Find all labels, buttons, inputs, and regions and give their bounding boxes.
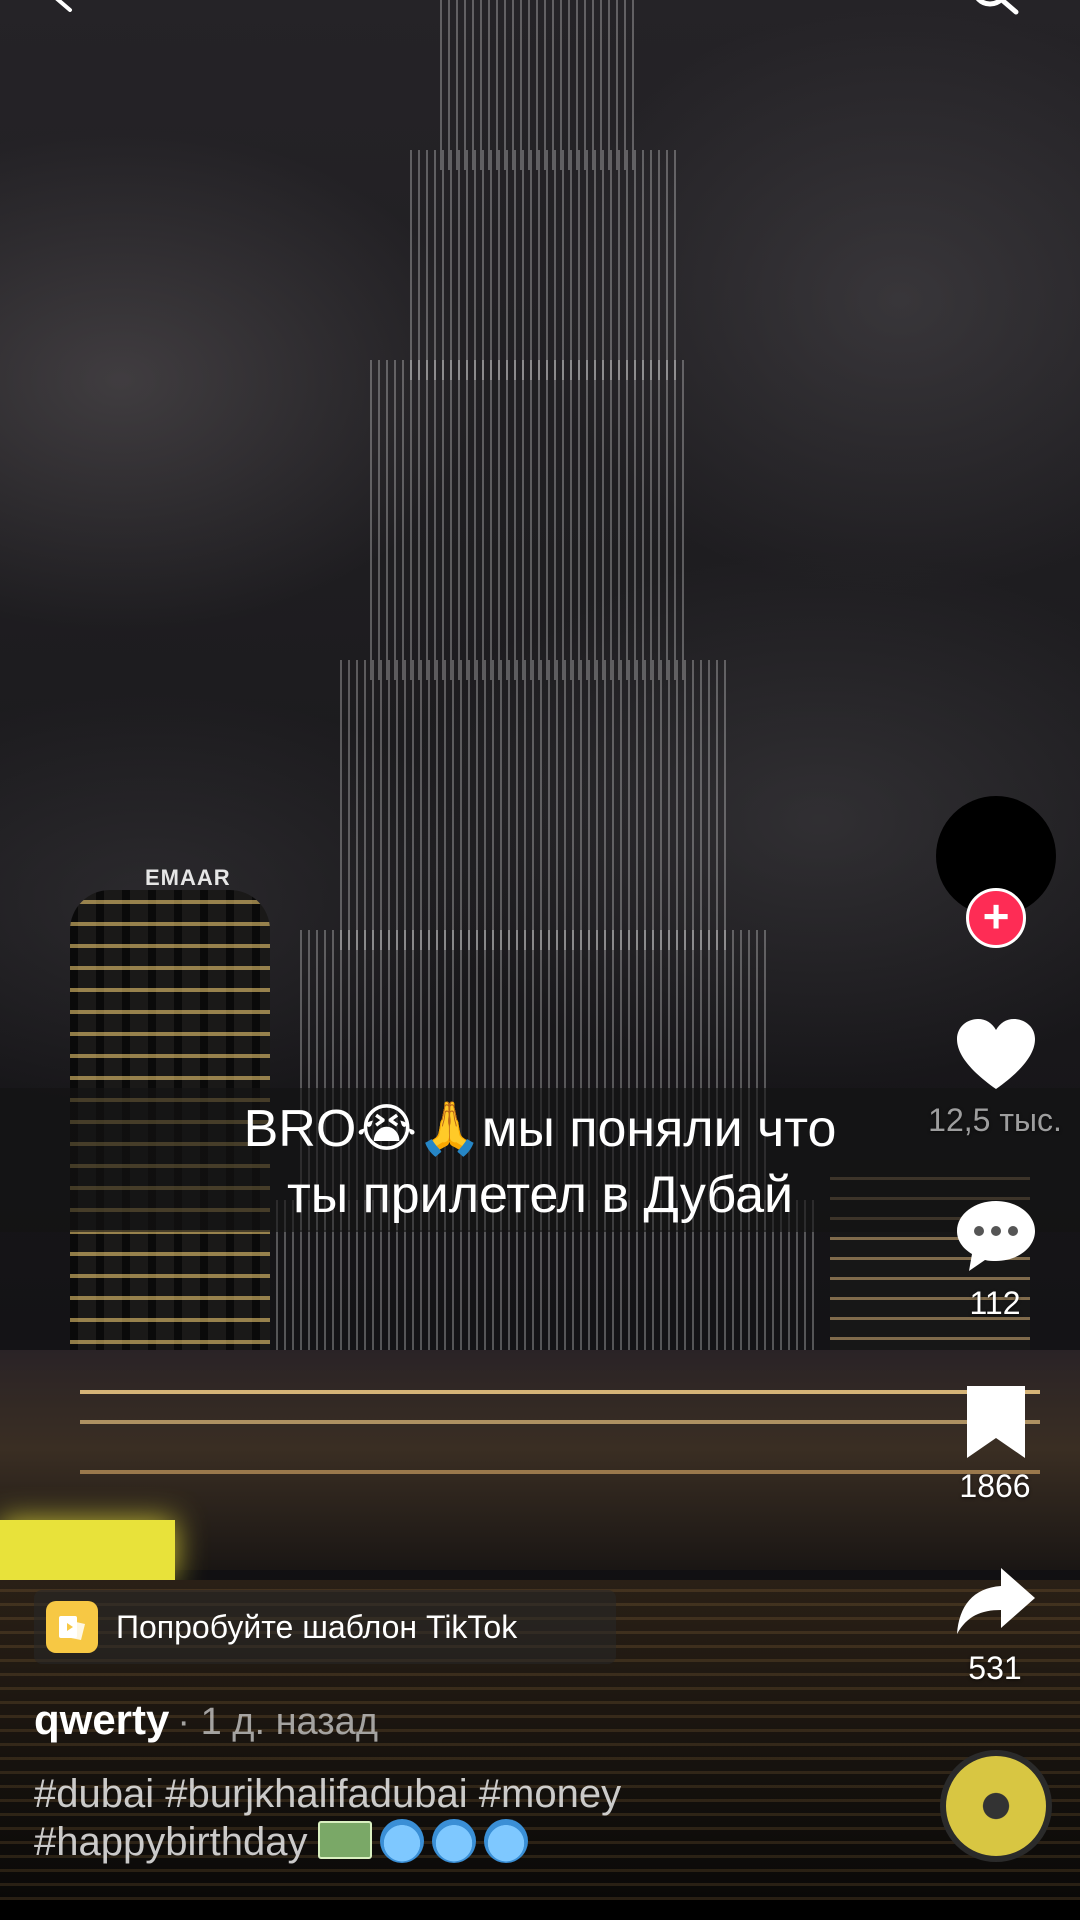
- post-time: · 1 д. назад: [177, 1701, 378, 1743]
- lit-sign: [0, 1520, 175, 1580]
- author-line: qwerty · 1 д. назад: [34, 1696, 378, 1744]
- tower-upper: [370, 360, 690, 680]
- description-line-2: #happybirthday: [34, 1818, 794, 1866]
- description-line-1[interactable]: #dubai #burjkhalifadubai #money: [34, 1770, 794, 1818]
- template-button[interactable]: Попробуйте шаблон TikTok: [34, 1590, 616, 1664]
- save-count: 1866: [959, 1468, 1031, 1504]
- money-emoji-icon: [317, 1821, 372, 1859]
- emaar-sign: EMAAR: [145, 865, 231, 890]
- template-label: Попробуйте шаблон TikTok: [116, 1608, 518, 1645]
- back-arrow-icon[interactable]: [48, 0, 76, 12]
- plus-icon: +: [982, 890, 1010, 942]
- comment-icon[interactable]: [955, 1195, 1037, 1277]
- video-caption: BRO😭🙏мы поняли что ты прилетел в Дубай: [180, 1096, 900, 1228]
- comment-count: 112: [969, 1285, 1021, 1321]
- caption-line-1: BRO😭🙏мы поняли что: [243, 1100, 837, 1158]
- post-description: #dubai #burjkhalifadubai #money #happybi…: [34, 1770, 794, 1866]
- mall-lights: [80, 1390, 1040, 1394]
- heart-icon[interactable]: [955, 1015, 1037, 1097]
- tower-middle: [340, 660, 730, 950]
- like-count: 12,5 тыс.: [928, 1102, 1062, 1138]
- hashtag-happybirthday[interactable]: #happybirthday: [34, 1820, 308, 1864]
- follow-button[interactable]: +: [966, 888, 1026, 948]
- cold-face-emoji-icon: [483, 1819, 528, 1863]
- bottom-strip: [0, 1900, 1080, 1920]
- share-count: 531: [968, 1650, 1022, 1686]
- caption-line-2: ты прилетел в Дубай: [286, 1166, 794, 1224]
- music-disc-icon[interactable]: [940, 1750, 1052, 1862]
- tower-top: [410, 150, 680, 380]
- author-name[interactable]: qwerty: [34, 1696, 169, 1743]
- cold-face-emoji-icon: [379, 1819, 424, 1863]
- cold-face-emoji-icon: [431, 1819, 476, 1863]
- template-icon: [46, 1601, 98, 1653]
- tower-spire: [440, 0, 640, 170]
- bookmark-icon[interactable]: [955, 1382, 1037, 1464]
- search-icon[interactable]: [968, 0, 1020, 18]
- share-icon[interactable]: [955, 1562, 1037, 1644]
